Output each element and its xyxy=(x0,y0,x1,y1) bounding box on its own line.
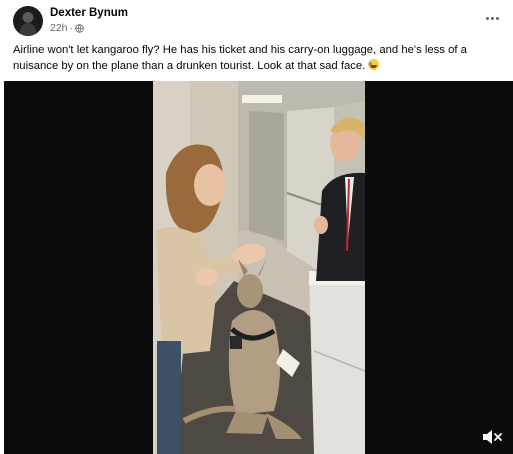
caption-text: Airline won't let kangaroo fly? He has h… xyxy=(13,44,467,72)
volume-muted-icon xyxy=(483,430,502,444)
more-dot xyxy=(495,16,499,20)
more-options-button[interactable] xyxy=(481,9,503,27)
video-player[interactable] xyxy=(4,81,513,454)
more-dot xyxy=(490,16,494,20)
laughing-emoji-icon xyxy=(368,58,380,70)
video-frame xyxy=(4,81,513,454)
avatar[interactable] xyxy=(13,6,43,36)
post-caption: Airline won't let kangaroo fly? He has h… xyxy=(13,43,501,74)
post-time[interactable]: 22h xyxy=(50,22,68,34)
post-meta: 22h · xyxy=(50,22,84,34)
more-horizontal-icon xyxy=(485,16,489,20)
author-name[interactable]: Dexter Bynum xyxy=(50,7,128,19)
mute-button[interactable] xyxy=(481,428,503,446)
meta-separator: · xyxy=(69,22,74,34)
post-header: Dexter Bynum 22h · xyxy=(0,0,513,40)
globe-icon xyxy=(75,23,84,33)
